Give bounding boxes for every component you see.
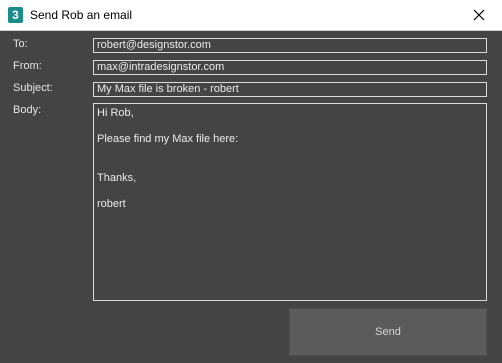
body-line: Thanks, [97,172,137,184]
3ds-max-icon: 3 [8,7,23,23]
subject-field[interactable]: My Max file is broken - robert [93,82,487,97]
title-bar: 3 Send Rob an email [0,0,502,31]
body-label: Body: [13,104,42,116]
from-label: From: [13,60,42,72]
subject-label: Subject: [13,82,53,94]
to-label: To: [13,38,28,50]
body-line: Hi Rob, [97,107,134,119]
body-line: robert [97,198,126,210]
from-field[interactable]: max@intradesignstor.com [93,60,487,75]
body-line: Please find my Max file here: [97,133,239,145]
body-line [97,146,483,159]
close-icon [473,9,485,21]
window-title: Send Rob an email [30,8,133,22]
close-button[interactable] [456,0,502,30]
body-textarea[interactable]: Hi Rob, Please find my Max file here: Th… [93,103,487,301]
to-field[interactable]: robert@designstor.com [93,38,487,53]
send-button[interactable]: Send [289,308,487,356]
body-line [97,159,483,172]
body-line [97,185,483,198]
body-line [97,120,483,133]
